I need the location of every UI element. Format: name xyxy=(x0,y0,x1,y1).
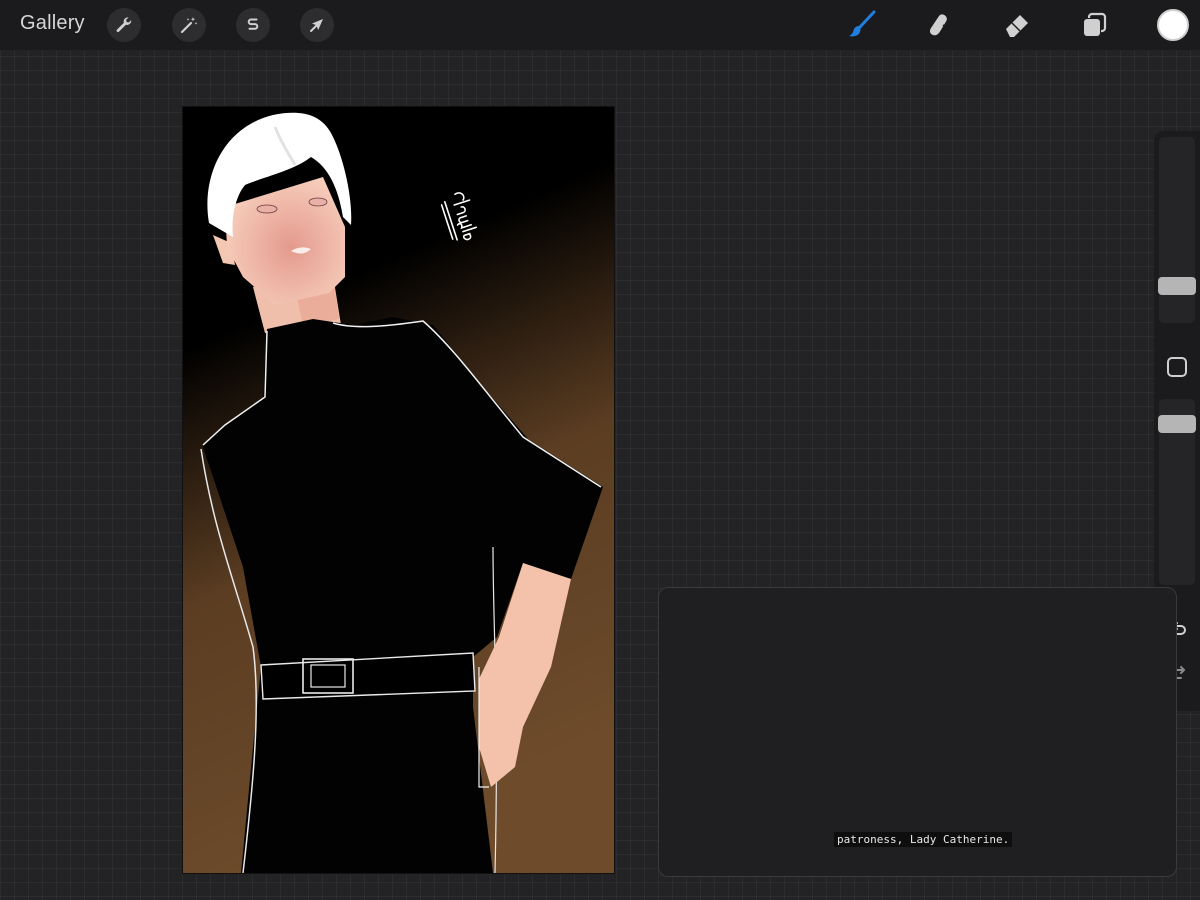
transform-button[interactable] xyxy=(300,8,334,42)
caption-overlay-panel: patroness, Lady Catherine. xyxy=(658,587,1177,877)
layers-icon xyxy=(1084,12,1107,36)
arrow-cursor-icon xyxy=(310,19,323,32)
adjustments-button[interactable] xyxy=(172,8,206,42)
color-picker-swatch[interactable] xyxy=(1157,9,1189,41)
gallery-button[interactable]: Gallery xyxy=(20,12,85,35)
brush-icon xyxy=(849,10,876,37)
modify-square-icon[interactable] xyxy=(1167,357,1187,377)
artist-signature xyxy=(440,192,478,241)
selection-s-icon xyxy=(247,18,259,30)
layers-button[interactable] xyxy=(1077,7,1113,43)
top-toolbar: Gallery xyxy=(0,0,1200,50)
smudge-icon xyxy=(929,14,948,36)
brush-tool-button[interactable] xyxy=(844,7,880,43)
magic-wand-icon xyxy=(180,17,198,34)
brush-size-thumb[interactable] xyxy=(1158,277,1196,295)
opacity-slider[interactable] xyxy=(1158,399,1196,585)
selection-button[interactable] xyxy=(236,8,270,42)
eraser-tool-button[interactable] xyxy=(999,7,1035,43)
opacity-thumb[interactable] xyxy=(1158,415,1196,433)
smudge-tool-button[interactable] xyxy=(921,7,957,43)
wrench-icon xyxy=(116,17,132,33)
artwork-illustration xyxy=(183,107,614,873)
drawing-canvas[interactable] xyxy=(183,107,614,873)
eraser-icon xyxy=(1006,15,1028,37)
brush-size-slider[interactable] xyxy=(1158,137,1196,323)
actions-button[interactable] xyxy=(107,8,141,42)
caption-text: patroness, Lady Catherine. xyxy=(834,832,1013,847)
